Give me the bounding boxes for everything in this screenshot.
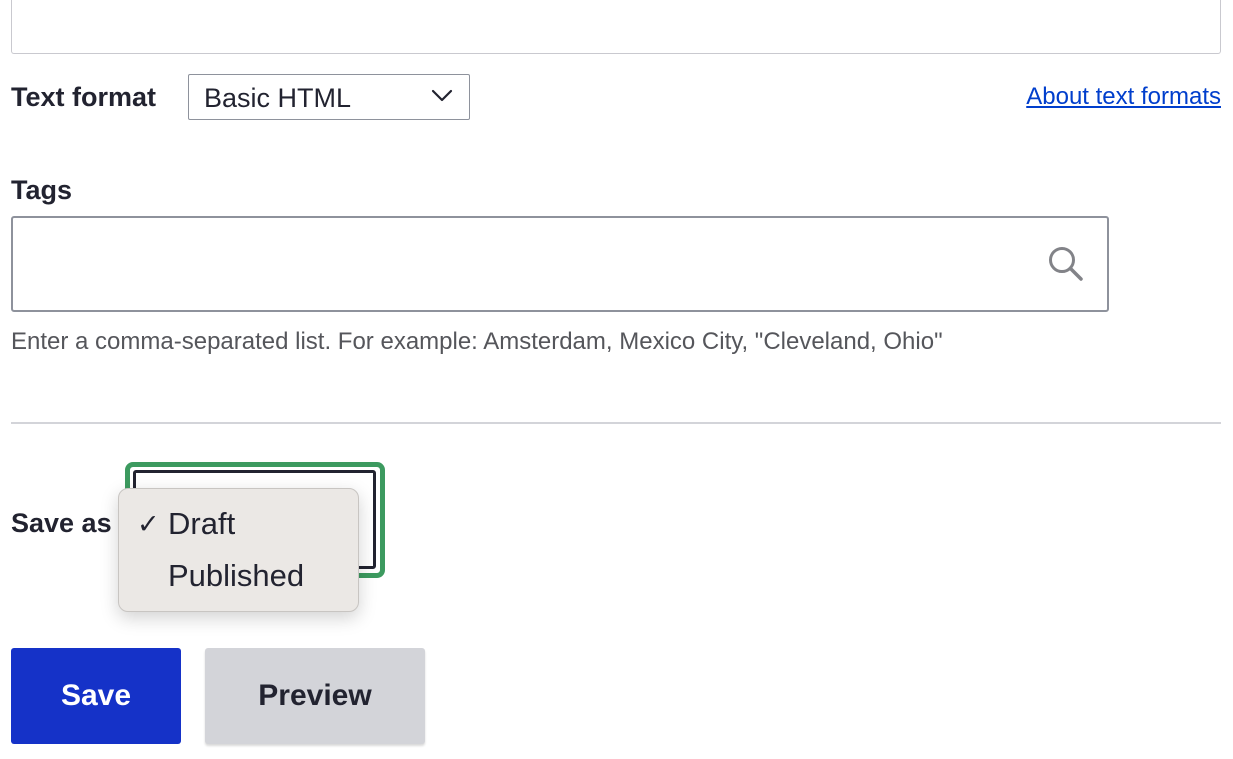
- menu-item-draft[interactable]: ✓ Draft: [119, 499, 358, 549]
- tags-help-text: Enter a comma-separated list. For exampl…: [11, 328, 943, 355]
- save-button[interactable]: Save: [11, 648, 181, 744]
- tags-input[interactable]: [11, 216, 1109, 312]
- node-edit-form: Text format Basic HTML About text format…: [0, 0, 1233, 759]
- text-format-selected-value: Basic HTML: [204, 83, 352, 113]
- tags-label: Tags: [11, 175, 73, 205]
- text-format-label: Text format: [11, 82, 157, 112]
- section-divider: [11, 422, 1221, 424]
- menu-item-label: Draft: [168, 506, 236, 541]
- about-text-formats-link[interactable]: About text formats: [1026, 82, 1221, 112]
- search-icon: [1049, 247, 1083, 281]
- save-as-label: Save as: [11, 508, 112, 538]
- save-as-dropdown-menu: ✓ Draft Published: [118, 488, 359, 612]
- body-editor-bottom[interactable]: [11, 0, 1221, 54]
- preview-button[interactable]: Preview: [205, 648, 425, 744]
- text-format-select[interactable]: Basic HTML: [188, 74, 470, 120]
- menu-item-published[interactable]: Published: [119, 551, 358, 601]
- menu-item-label: Published: [168, 558, 305, 593]
- checkmark-icon: ✓: [137, 509, 160, 539]
- chevron-down-icon: [431, 89, 453, 102]
